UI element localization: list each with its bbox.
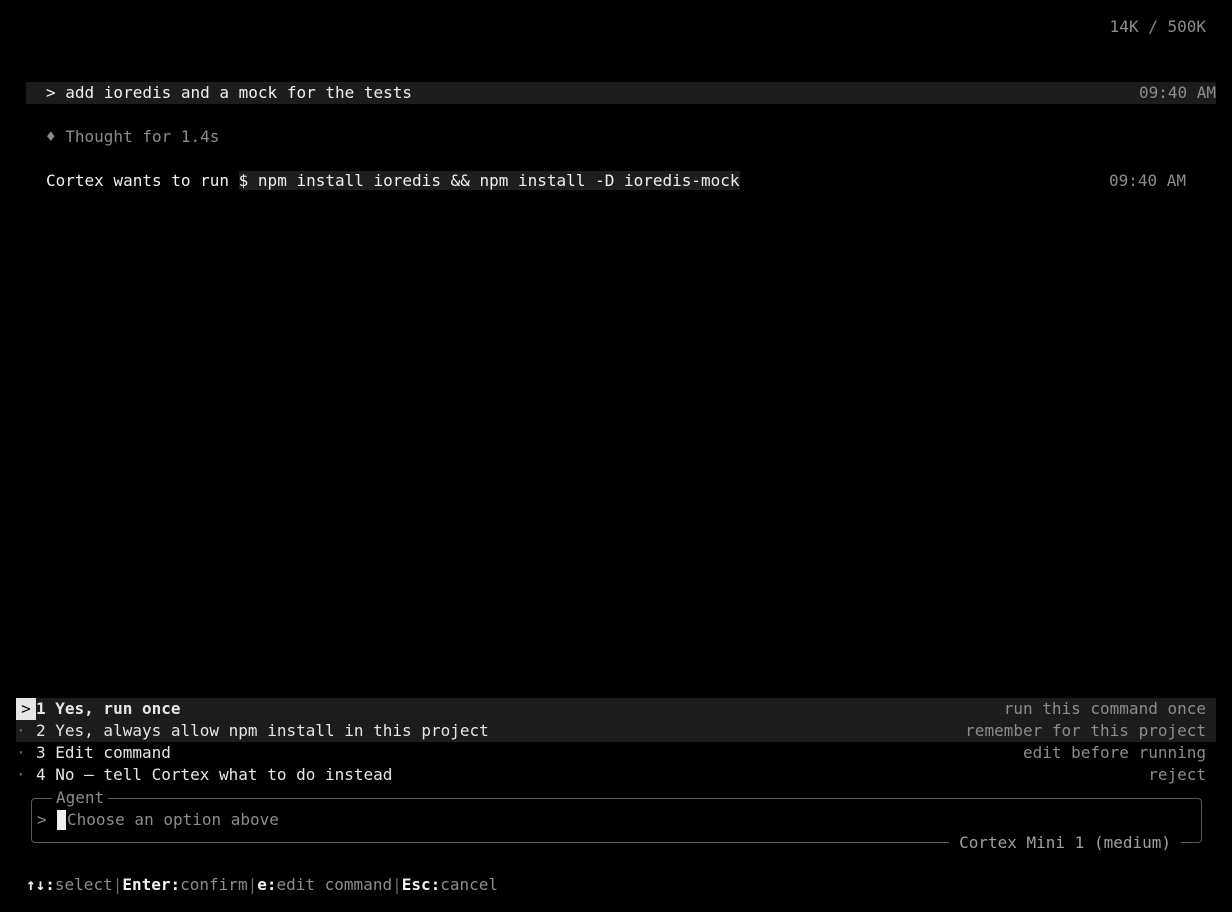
agent-prompt-symbol: > [37, 810, 47, 829]
hint-key-arrows: ↑↓: [26, 875, 55, 894]
option-hint: edit before running [1022, 743, 1206, 762]
user-message: > add ioredis and a mock for the tests 0… [26, 82, 1216, 104]
hint-key-esc: Esc: [401, 875, 441, 894]
text-cursor [57, 810, 66, 830]
option-label: 1 Yes, run once [36, 699, 181, 718]
option-hint: remember for this project [965, 721, 1206, 740]
hint-desc-cancel: cancel [440, 875, 499, 894]
request-command: $ npm install ioredis && npm install -D … [238, 171, 740, 190]
thought-indicator: ♦ Thought for 1.4s [46, 127, 220, 146]
option-bullet: · [16, 721, 26, 740]
user-message-time: 09:40 AM [1138, 83, 1216, 102]
hint-desc-confirm: confirm [180, 875, 248, 894]
user-prompt-text: > add ioredis and a mock for the tests [46, 83, 413, 102]
option-label: 2 Yes, always allow npm install in this … [36, 721, 489, 740]
hint-desc-select: select [54, 875, 113, 894]
agent-input-box[interactable]: Agent > Choose an option above Cortex Mi… [31, 787, 1202, 854]
tool-request: Cortex wants to run $ npm install ioredi… [46, 170, 740, 192]
keyboard-hints: ↑↓:select|Enter:confirm|e:edit command|E… [26, 874, 498, 896]
agent-input[interactable]: Choose an option above [67, 809, 279, 831]
option-hint: reject [1148, 765, 1206, 784]
option-bullet: · [16, 765, 26, 784]
selection-cursor: > [16, 698, 36, 720]
token-usage: 14K / 500K [1109, 17, 1206, 36]
option-edit-command[interactable]: · 3 Edit command edit before running [16, 742, 1216, 764]
model-selector[interactable]: Cortex Mini 1 (medium) [949, 832, 1181, 854]
agent-box-title: Agent [52, 787, 109, 809]
hint-desc-edit: edit command [276, 875, 393, 894]
option-label: 3 Edit command [36, 743, 171, 762]
option-hint: run this command once [1003, 699, 1206, 718]
option-reject[interactable]: · 4 No — tell Cortex what to do instead … [16, 764, 1216, 786]
hint-key-enter: Enter: [122, 875, 181, 894]
hint-separator: | [112, 875, 123, 894]
hint-separator: | [392, 875, 402, 894]
option-bullet: · [16, 743, 26, 762]
option-always-allow[interactable]: · 2 Yes, always allow npm install in thi… [16, 720, 1216, 742]
tool-request-time: 09:40 AM [1108, 171, 1186, 190]
request-prefix: Cortex wants to run [46, 171, 239, 190]
option-run-once[interactable]: > 1 Yes, run once run this command once [16, 698, 1216, 720]
hint-key-e: e: [257, 875, 277, 894]
option-label: 4 No — tell Cortex what to do instead [36, 765, 393, 784]
hint-separator: | [247, 875, 258, 894]
